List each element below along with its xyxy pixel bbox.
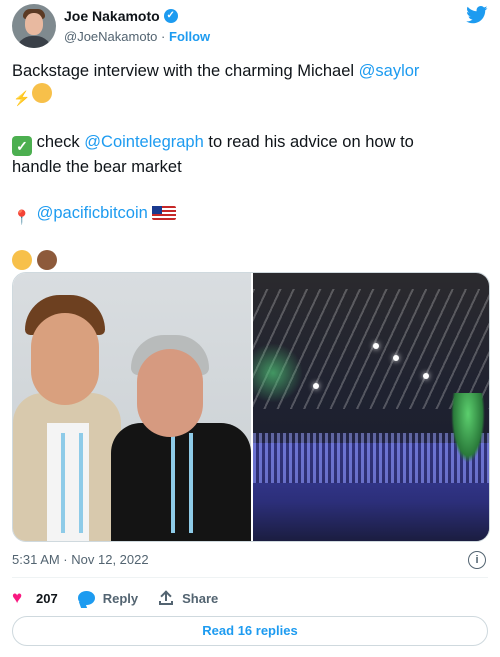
saluting-face-icon <box>12 250 32 270</box>
tweet-line-6 <box>12 250 482 273</box>
mention-pacificbitcoin[interactable]: @pacificbitcoin <box>37 204 148 222</box>
follow-button[interactable]: Follow <box>169 29 210 44</box>
check-mark-icon: ✓ <box>12 136 32 156</box>
pin-icon: 📍 <box>13 209 31 225</box>
reply-label: Reply <box>102 590 139 606</box>
bear-icon <box>36 250 57 270</box>
read-replies-button[interactable]: Read 16 replies <box>12 616 488 646</box>
separator-dot: · <box>161 29 166 44</box>
tweet-card: Joe Nakamoto ✓ @JoeNakamoto · Follow Bac… <box>0 0 500 657</box>
tweet-line-3: ✓ check @Cointelegraph to read his advic… <box>12 131 482 156</box>
reply-button[interactable]: Reply <box>77 590 139 606</box>
media-grid <box>12 272 490 542</box>
author-handle-row: @JoeNakamoto · Follow <box>64 29 210 44</box>
lightning-icon: ⚡ <box>13 90 31 106</box>
twitter-bird-icon[interactable] <box>466 6 488 24</box>
author-name-row[interactable]: Joe Nakamoto ✓ <box>64 8 178 24</box>
mention-saylor[interactable]: @saylor <box>359 62 420 80</box>
share-icon <box>158 590 174 606</box>
us-flag-icon <box>152 206 177 220</box>
author-handle[interactable]: @JoeNakamoto <box>64 29 157 44</box>
like-count: 207 <box>36 590 58 606</box>
tweet-line-2: ⚡ <box>12 83 482 108</box>
tweet-timestamp[interactable]: 5:31 AM · Nov 12, 2022 <box>12 552 149 567</box>
author-name[interactable]: Joe Nakamoto <box>64 8 160 24</box>
info-icon[interactable]: i <box>468 551 486 569</box>
verified-badge-icon: ✓ <box>163 9 178 23</box>
tweet-body: Backstage interview with the charming Mi… <box>12 60 482 273</box>
handshake-icon <box>32 83 52 103</box>
tweet-text-segment: Backstage interview with the charming Mi… <box>12 62 359 80</box>
photo-selfie[interactable] <box>13 273 251 541</box>
tweet-text-segment: check <box>32 133 85 151</box>
divider <box>12 577 488 578</box>
action-bar: ♥ 207 Reply Share <box>12 587 238 609</box>
photo-conference-hall[interactable] <box>253 273 489 541</box>
avatar[interactable] <box>12 4 56 48</box>
tweet-line-4: handle the bear market <box>12 158 182 176</box>
share-label: Share <box>182 590 219 606</box>
tweet-header: Joe Nakamoto ✓ @JoeNakamoto · Follow <box>12 4 488 50</box>
reply-bubble-icon <box>77 591 95 605</box>
heart-icon: ♥ <box>12 588 23 607</box>
mention-cointelegraph[interactable]: @Cointelegraph <box>84 133 204 151</box>
share-button[interactable]: Share <box>158 590 218 606</box>
like-button[interactable]: ♥ 207 <box>12 588 58 607</box>
tweet-line-1: Backstage interview with the charming Mi… <box>12 60 482 83</box>
tweet-line-5: 📍 @pacificbitcoin <box>12 202 482 227</box>
tweet-text-segment: to read his advice on how to <box>203 133 414 151</box>
